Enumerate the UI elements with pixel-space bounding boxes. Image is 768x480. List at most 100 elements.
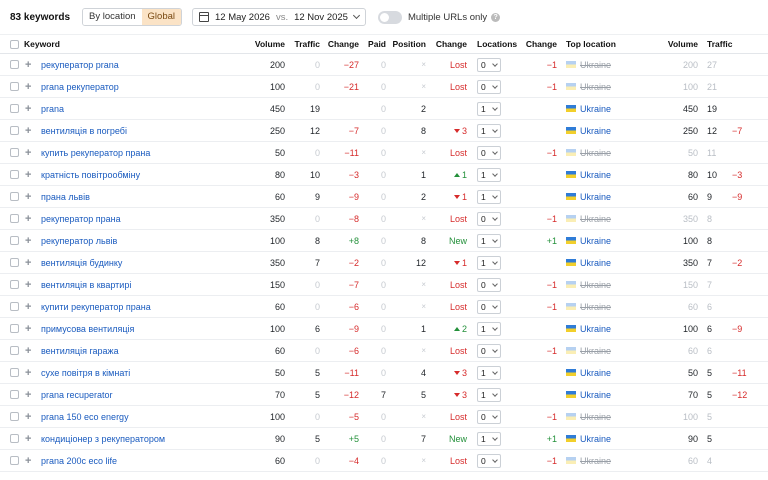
top-location-cell[interactable]: Ukraine	[566, 98, 646, 119]
locations-dropdown[interactable]: 0	[477, 453, 501, 468]
row-checkbox[interactable]	[10, 412, 19, 421]
locations-dropdown[interactable]: 0	[477, 57, 501, 72]
top-location-cell[interactable]: Ukraine	[566, 406, 646, 427]
row-checkbox[interactable]	[10, 214, 19, 223]
top-location-cell[interactable]: Ukraine	[566, 208, 646, 229]
locations-dropdown[interactable]: 0	[477, 211, 501, 226]
row-checkbox[interactable]	[10, 434, 19, 443]
keyword-link[interactable]: вентиляція в квартирі	[41, 274, 231, 295]
row-checkbox[interactable]	[10, 390, 19, 399]
add-to-list-icon[interactable]: +	[25, 274, 35, 295]
table-row[interactable]: + вентиляція в погребі 250 12 −7 0 8 3 1 Ukraine 2…	[0, 120, 768, 142]
table-row[interactable]: + кратність повітрообміну 80 10 −3 0 1 1 1 Ukrain…	[0, 164, 768, 186]
locations-dropdown[interactable]: 0	[477, 343, 501, 358]
locations-dropdown[interactable]: 0	[477, 409, 501, 424]
top-location-cell[interactable]: Ukraine	[566, 142, 646, 163]
top-location-cell[interactable]: Ukraine	[566, 274, 646, 295]
top-location-cell[interactable]: Ukraine	[566, 362, 646, 383]
locations-dropdown[interactable]: 1	[477, 321, 501, 336]
keyword-link[interactable]: prana recuperator	[41, 384, 231, 405]
top-location-cell[interactable]: Ukraine	[566, 54, 646, 75]
table-row[interactable]: + рекуператор прана 350 0 −8 0 × Lost 0 −1 Ukraine…	[0, 208, 768, 230]
keyword-link[interactable]: prana рекуператор	[41, 76, 231, 97]
locations-dropdown[interactable]: 0	[477, 277, 501, 292]
row-checkbox[interactable]	[10, 170, 19, 179]
keyword-link[interactable]: купити рекуператор прана	[41, 296, 231, 317]
top-location-cell[interactable]: Ukraine	[566, 428, 646, 449]
keyword-link[interactable]: prana 200c eco life	[41, 450, 231, 471]
locations-dropdown[interactable]: 1	[477, 431, 501, 446]
add-to-list-icon[interactable]: +	[25, 340, 35, 361]
top-location-cell[interactable]: Ukraine	[566, 230, 646, 251]
col-locations-change[interactable]: Change	[520, 35, 557, 53]
add-to-list-icon[interactable]: +	[25, 186, 35, 207]
multiple-urls-toggle[interactable]	[377, 10, 402, 24]
table-row[interactable]: + prana рекуператор 100 0 −21 0 × Lost 0 −1 Ukrain…	[0, 76, 768, 98]
keyword-link[interactable]: примусова вентиляція	[41, 318, 231, 339]
col-location-volume[interactable]: Volume	[658, 35, 698, 53]
add-to-list-icon[interactable]: +	[25, 450, 35, 471]
table-row[interactable]: + prana 200c eco life 60 0 −4 0 × Lost 0 −1 Ukrain…	[0, 450, 768, 472]
select-all-checkbox[interactable]	[10, 39, 19, 49]
row-checkbox[interactable]	[10, 60, 19, 69]
add-to-list-icon[interactable]: +	[25, 142, 35, 163]
add-to-list-icon[interactable]: +	[25, 428, 35, 449]
table-row[interactable]: + вентиляція будинку 350 7 −2 0 12 1 1 Ukraine 350…	[0, 252, 768, 274]
top-location-cell[interactable]: Ukraine	[566, 186, 646, 207]
table-row[interactable]: + вентиляція гаража 60 0 −6 0 × Lost 0 −1 Ukraine 6…	[0, 340, 768, 362]
locations-dropdown[interactable]: 1	[477, 123, 501, 138]
col-top-location[interactable]: Top location	[566, 35, 646, 53]
keyword-link[interactable]: вентиляція в погребі	[41, 120, 231, 141]
keyword-link[interactable]: прана львів	[41, 186, 231, 207]
add-to-list-icon[interactable]: +	[25, 54, 35, 75]
col-change[interactable]: Change	[322, 35, 359, 53]
keyword-link[interactable]: купить рекуператор прана	[41, 142, 231, 163]
locations-dropdown[interactable]: 1	[477, 101, 501, 116]
row-checkbox[interactable]	[10, 192, 19, 201]
keyword-link[interactable]: рекуператор prana	[41, 54, 231, 75]
global-button[interactable]: Global	[141, 9, 181, 25]
add-to-list-icon[interactable]: +	[25, 208, 35, 229]
keyword-link[interactable]: вентиляція гаража	[41, 340, 231, 361]
col-keyword[interactable]: Keyword	[24, 35, 144, 53]
col-paid[interactable]: Paid	[360, 35, 386, 53]
top-location-cell[interactable]: Ukraine	[566, 318, 646, 339]
help-icon[interactable]: ?	[491, 12, 501, 22]
locations-dropdown[interactable]: 1	[477, 167, 501, 182]
top-location-cell[interactable]: Ukraine	[566, 384, 646, 405]
keyword-link[interactable]: prana 150 eco energy	[41, 406, 231, 427]
keyword-link[interactable]: рекуператор прана	[41, 208, 231, 229]
row-checkbox[interactable]	[10, 456, 19, 465]
top-location-cell[interactable]: Ukraine	[566, 164, 646, 185]
keyword-link[interactable]: кратність повітрообміну	[41, 164, 231, 185]
top-location-cell[interactable]: Ukraine	[566, 120, 646, 141]
row-checkbox[interactable]	[10, 368, 19, 377]
locations-dropdown[interactable]: 1	[477, 189, 501, 204]
locations-dropdown[interactable]: 0	[477, 299, 501, 314]
top-location-cell[interactable]: Ukraine	[566, 296, 646, 317]
add-to-list-icon[interactable]: +	[25, 362, 35, 383]
table-row[interactable]: + prana 150 eco energy 100 0 −5 0 × Lost 0 −1 Ukra…	[0, 406, 768, 428]
col-position[interactable]: Position	[388, 35, 426, 53]
keyword-link[interactable]: вентиляція будинку	[41, 252, 231, 273]
add-to-list-icon[interactable]: +	[25, 406, 35, 427]
by-location-button[interactable]: By location	[83, 9, 142, 25]
locations-dropdown[interactable]: 0	[477, 145, 501, 160]
date-range-picker[interactable]: 12 May 2026 vs. 12 Nov 2025	[192, 8, 366, 26]
top-location-cell[interactable]: Ukraine	[566, 252, 646, 273]
add-to-list-icon[interactable]: +	[25, 98, 35, 119]
keyword-link[interactable]: сухе повітря в кімнаті	[41, 362, 231, 383]
add-to-list-icon[interactable]: +	[25, 296, 35, 317]
locations-dropdown[interactable]: 1	[477, 233, 501, 248]
col-location-traffic[interactable]: Traffic	[707, 35, 747, 53]
row-checkbox[interactable]	[10, 236, 19, 245]
table-row[interactable]: + сухе повітря в кімнаті 50 5 −11 0 4 3 1 Ukraine…	[0, 362, 768, 384]
locations-dropdown[interactable]: 1	[477, 255, 501, 270]
table-row[interactable]: + prana recuperator 70 5 −12 7 5 3 1 Ukraine 70 5 −1…	[0, 384, 768, 406]
add-to-list-icon[interactable]: +	[25, 76, 35, 97]
row-checkbox[interactable]	[10, 258, 19, 267]
top-location-cell[interactable]: Ukraine	[566, 450, 646, 471]
locations-dropdown[interactable]: 1	[477, 365, 501, 380]
row-checkbox[interactable]	[10, 104, 19, 113]
add-to-list-icon[interactable]: +	[25, 164, 35, 185]
